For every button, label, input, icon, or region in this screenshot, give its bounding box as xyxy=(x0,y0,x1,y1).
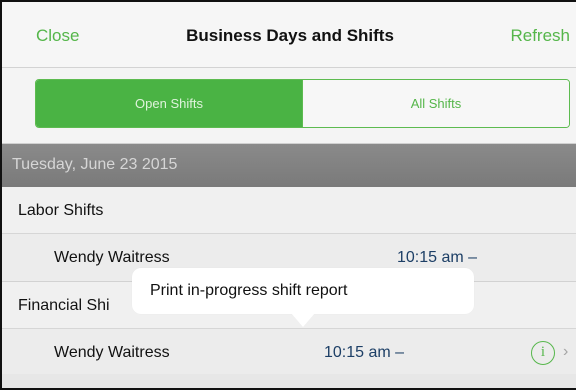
financial-shift-row[interactable]: Wendy Waitress 10:15 am – i › xyxy=(2,329,576,377)
shift-filter-segmented-control: Open Shifts All Shifts xyxy=(35,79,570,128)
shift-employee-name: Wendy Waitress xyxy=(54,344,170,361)
chevron-right-icon: › xyxy=(563,343,569,360)
tooltip-pointer xyxy=(291,313,315,327)
segmented-control-bar: Open Shifts All Shifts xyxy=(2,68,576,144)
info-icon[interactable]: i xyxy=(531,341,555,365)
refresh-button[interactable]: Refresh xyxy=(510,26,570,46)
shift-start-time: 10:15 am – xyxy=(324,344,405,361)
business-day-header: Tuesday, June 23 2015 xyxy=(2,144,576,187)
screen-frame: Close Business Days and Shifts Refresh O… xyxy=(0,0,576,390)
open-shifts-segment[interactable]: Open Shifts xyxy=(36,80,302,127)
all-shifts-segment[interactable]: All Shifts xyxy=(302,80,569,127)
print-report-tooltip[interactable]: Print in-progress shift report xyxy=(132,268,474,314)
shift-start-time: 10:15 am – xyxy=(397,249,478,266)
next-row-partial xyxy=(2,374,576,388)
page-title: Business Days and Shifts xyxy=(186,26,394,45)
navigation-bar: Close Business Days and Shifts Refresh xyxy=(2,2,576,68)
labor-shifts-section-header: Labor Shifts xyxy=(2,187,576,234)
shift-employee-name: Wendy Waitress xyxy=(54,249,170,266)
